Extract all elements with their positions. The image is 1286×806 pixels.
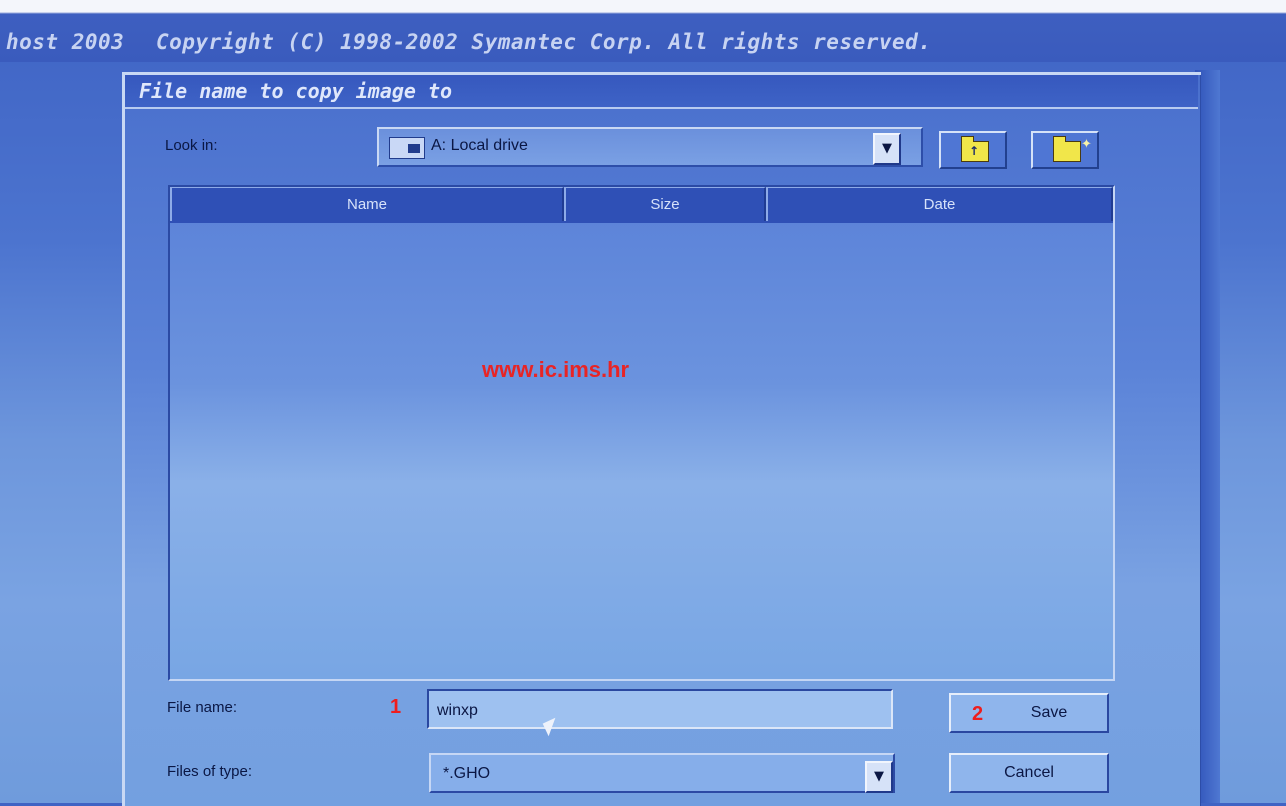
up-folder-button[interactable]: ↑ bbox=[939, 131, 1007, 169]
copyright-text: Copyright (C) 1998-2002 Symantec Corp. A… bbox=[156, 30, 932, 54]
file-list-header: Name Size Date bbox=[170, 187, 1113, 223]
save-button-label: Save bbox=[1030, 704, 1068, 721]
new-folder-button[interactable]: ✦ bbox=[1031, 131, 1099, 169]
chevron-down-icon: ▼ bbox=[874, 769, 884, 784]
file-type-dropdown[interactable]: *.GHO bbox=[429, 753, 895, 793]
step-1-marker: 1 bbox=[390, 696, 402, 718]
app-name: host 2003 bbox=[6, 30, 125, 54]
look-in-dropdown-button[interactable]: ▼ bbox=[873, 133, 901, 165]
file-name-label: File name: bbox=[167, 699, 238, 716]
app-header: host 2003 Copyright (C) 1998-2002 Symante… bbox=[6, 30, 931, 58]
look-in-value: A: Local drive bbox=[431, 137, 528, 154]
file-list[interactable]: Name Size Date bbox=[168, 185, 1115, 681]
column-header-size[interactable]: Size bbox=[564, 187, 766, 221]
chevron-down-icon: ▼ bbox=[882, 141, 892, 156]
look-in-dropdown[interactable]: A: Local drive bbox=[377, 127, 923, 167]
save-dialog: File name to copy image to Look in: A: L… bbox=[122, 72, 1201, 806]
step-2-marker: 2 bbox=[972, 703, 984, 725]
file-name-input[interactable]: winxp bbox=[427, 689, 893, 729]
drive-icon bbox=[389, 137, 425, 159]
dialog-titlebar: File name to copy image to bbox=[125, 75, 1198, 109]
up-folder-icon: ↑ bbox=[961, 136, 989, 162]
file-type-dropdown-button[interactable]: ▼ bbox=[865, 761, 893, 793]
file-type-label: Files of type: bbox=[167, 763, 253, 780]
sparkle-icon: ✦ bbox=[1081, 137, 1092, 152]
column-header-name[interactable]: Name bbox=[170, 187, 564, 221]
dialog-title: File name to copy image to bbox=[139, 79, 453, 103]
column-header-date[interactable]: Date bbox=[766, 187, 1113, 221]
cancel-button[interactable]: Cancel bbox=[949, 753, 1109, 793]
cancel-button-label: Cancel bbox=[1004, 764, 1054, 781]
watermark-text: www.ic.ims.hr bbox=[482, 357, 630, 382]
new-folder-icon bbox=[1053, 136, 1081, 162]
look-in-label: Look in: bbox=[165, 137, 218, 154]
file-type-value: *.GHO bbox=[443, 765, 491, 782]
